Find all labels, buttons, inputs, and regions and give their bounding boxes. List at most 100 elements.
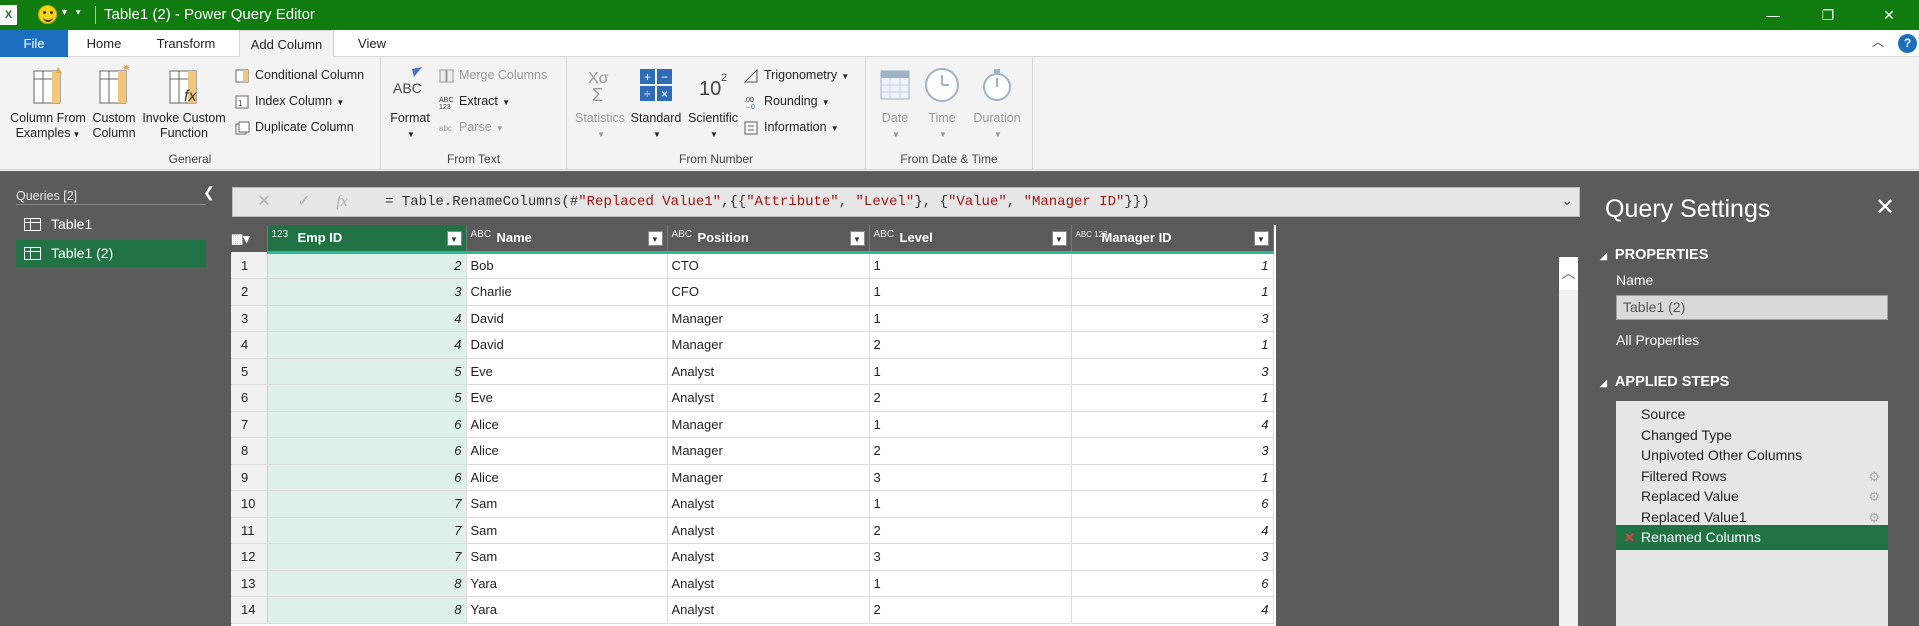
text-type-icon[interactable]: ABC (672, 230, 693, 240)
cell-position[interactable]: Manager (667, 437, 870, 465)
cell-emp-id[interactable]: 3 (267, 278, 467, 306)
index-column-button[interactable]: 1 Index Column ▼ (235, 91, 344, 111)
table-row[interactable]: 9 6 Alice Manager 3 1 (231, 464, 1274, 491)
expand-formula-icon[interactable]: ⌄ (1561, 192, 1573, 209)
cell-position[interactable]: Analyst (667, 384, 870, 412)
standard-button[interactable]: + − ÷ × Standard ▼ (627, 63, 685, 142)
collapse-pane-icon[interactable]: ❮ (203, 184, 215, 201)
table-row[interactable]: 12 7 Sam Analyst 3 3 (231, 543, 1274, 571)
cell-manager-id[interactable]: 3 (1071, 305, 1274, 332)
cell-name[interactable]: Alice (466, 464, 668, 491)
close-icon[interactable]: ✕ (1866, 0, 1912, 30)
column-header-level[interactable]: ABC Level ▼ (869, 225, 1072, 254)
cell-name[interactable]: Alice (466, 437, 668, 465)
cell-emp-id[interactable]: 6 (267, 464, 467, 491)
row-number[interactable]: 10 (231, 490, 268, 518)
column-header-name[interactable]: ABC Name ▼ (466, 225, 668, 254)
commit-formula-icon[interactable]: ✓ (287, 191, 321, 213)
file-tab[interactable]: File (0, 30, 68, 57)
customize-toolbar-icon[interactable]: ▾ (76, 7, 81, 18)
cell-name[interactable]: Eve (466, 358, 668, 385)
cell-name[interactable]: Sam (466, 543, 668, 571)
table-row[interactable]: 6 5 Eve Analyst 2 1 (231, 384, 1274, 412)
cell-position[interactable]: Manager (667, 331, 870, 359)
row-number[interactable]: 7 (231, 411, 268, 438)
cell-manager-id[interactable]: 4 (1071, 517, 1274, 544)
cell-position[interactable]: Manager (667, 411, 870, 438)
filter-dropdown-icon[interactable]: ▼ (1051, 231, 1067, 246)
cell-level[interactable]: 3 (869, 464, 1072, 491)
table-row[interactable]: 2 3 Charlie CFO 1 1 (231, 278, 1274, 306)
cancel-formula-icon[interactable]: ✕ (247, 191, 281, 213)
row-number[interactable]: 4 (231, 331, 268, 359)
cell-manager-id[interactable]: 1 (1071, 331, 1274, 359)
cell-position[interactable]: Analyst (667, 358, 870, 385)
column-header-position[interactable]: ABC Position ▼ (667, 225, 870, 254)
table-row[interactable]: 1 2 Bob CTO 1 1 (231, 252, 1274, 279)
statistics-button[interactable]: Xσ Σ Statistics ▼ (571, 63, 629, 142)
cell-manager-id[interactable]: 3 (1071, 437, 1274, 465)
table-menu-icon[interactable]: ▦▾ (231, 225, 268, 252)
query-item-table1-2[interactable]: Table1 (2) (16, 240, 206, 267)
row-number[interactable]: 3 (231, 305, 268, 332)
information-button[interactable]: Information ▼ (744, 117, 839, 137)
column-header-emp-id[interactable]: 123 Emp ID ▼ (267, 225, 467, 254)
cell-manager-id[interactable]: 4 (1071, 411, 1274, 438)
cell-level[interactable]: 2 (869, 437, 1072, 465)
text-type-icon[interactable]: ABC (874, 230, 895, 240)
tab-view[interactable]: View (345, 30, 399, 57)
filter-dropdown-icon[interactable]: ▼ (849, 231, 865, 246)
cell-manager-id[interactable]: 3 (1071, 358, 1274, 385)
tab-home[interactable]: Home (72, 30, 136, 57)
invoke-custom-function-button[interactable]: fx Invoke Custom Function (140, 63, 228, 141)
conditional-column-button[interactable]: Conditional Column (235, 65, 364, 85)
table-row[interactable]: 14 8 Yara Analyst 2 4 (231, 596, 1274, 624)
vertical-scrollbar[interactable]: ︿ (1559, 257, 1578, 626)
cell-manager-id[interactable]: 1 (1071, 278, 1274, 306)
cell-emp-id[interactable]: 7 (267, 490, 467, 518)
row-number[interactable]: 1 (231, 252, 268, 279)
cell-level[interactable]: 1 (869, 305, 1072, 332)
cell-emp-id[interactable]: 5 (267, 384, 467, 412)
duplicate-column-button[interactable]: Duplicate Column (235, 117, 354, 137)
extract-button[interactable]: ABC 123 Extract ▼ (439, 91, 510, 111)
properties-header[interactable]: ◢ PROPERTIES (1600, 247, 1708, 263)
row-number[interactable]: 8 (231, 437, 268, 465)
table-row[interactable]: 13 8 Yara Analyst 1 6 (231, 570, 1274, 597)
cell-name[interactable]: Alice (466, 411, 668, 438)
filter-dropdown-icon[interactable]: ▼ (446, 231, 462, 246)
formula-input[interactable]: = Table.RenameColumns(#"Replaced Value1"… (377, 188, 1549, 216)
cell-level[interactable]: 1 (869, 411, 1072, 438)
cell-position[interactable]: Analyst (667, 570, 870, 597)
table-row[interactable]: 11 7 Sam Analyst 2 4 (231, 517, 1274, 544)
parse-button[interactable]: abc Parse ▼ (439, 117, 504, 137)
minimize-icon[interactable]: — (1750, 0, 1796, 30)
cell-position[interactable]: CFO (667, 278, 870, 306)
row-number[interactable]: 6 (231, 384, 268, 412)
column-header-manager-id[interactable]: ABC 123 Manager ID ▼ (1071, 225, 1274, 254)
rounding-button[interactable]: .00 →0 Rounding ▼ (744, 91, 830, 111)
cell-emp-id[interactable]: 5 (267, 358, 467, 385)
row-number[interactable]: 12 (231, 543, 268, 571)
table-row[interactable]: 8 6 Alice Manager 2 3 (231, 437, 1274, 465)
tab-transform[interactable]: Transform (143, 30, 229, 57)
cell-emp-id[interactable]: 4 (267, 305, 467, 332)
delete-step-icon[interactable]: ✕ (1624, 525, 1635, 550)
cell-level[interactable]: 2 (869, 596, 1072, 624)
scientific-button[interactable]: 10 2 Scientific ▼ (683, 63, 743, 142)
cell-level[interactable]: 2 (869, 331, 1072, 359)
cell-name[interactable]: Sam (466, 490, 668, 518)
restore-icon[interactable]: ❐ (1805, 0, 1851, 30)
cell-level[interactable]: 2 (869, 517, 1072, 544)
cell-manager-id[interactable]: 1 (1071, 252, 1274, 279)
cell-level[interactable]: 2 (869, 384, 1072, 412)
chevron-down-icon[interactable]: ▼ (60, 7, 69, 17)
row-number[interactable]: 9 (231, 464, 268, 491)
all-properties-link[interactable]: All Properties (1616, 332, 1699, 348)
cell-position[interactable]: Manager (667, 305, 870, 332)
cell-name[interactable]: Yara (466, 570, 668, 597)
cell-level[interactable]: 3 (869, 543, 1072, 571)
cell-position[interactable]: Analyst (667, 543, 870, 571)
row-number[interactable]: 5 (231, 358, 268, 385)
cell-manager-id[interactable]: 4 (1071, 596, 1274, 624)
